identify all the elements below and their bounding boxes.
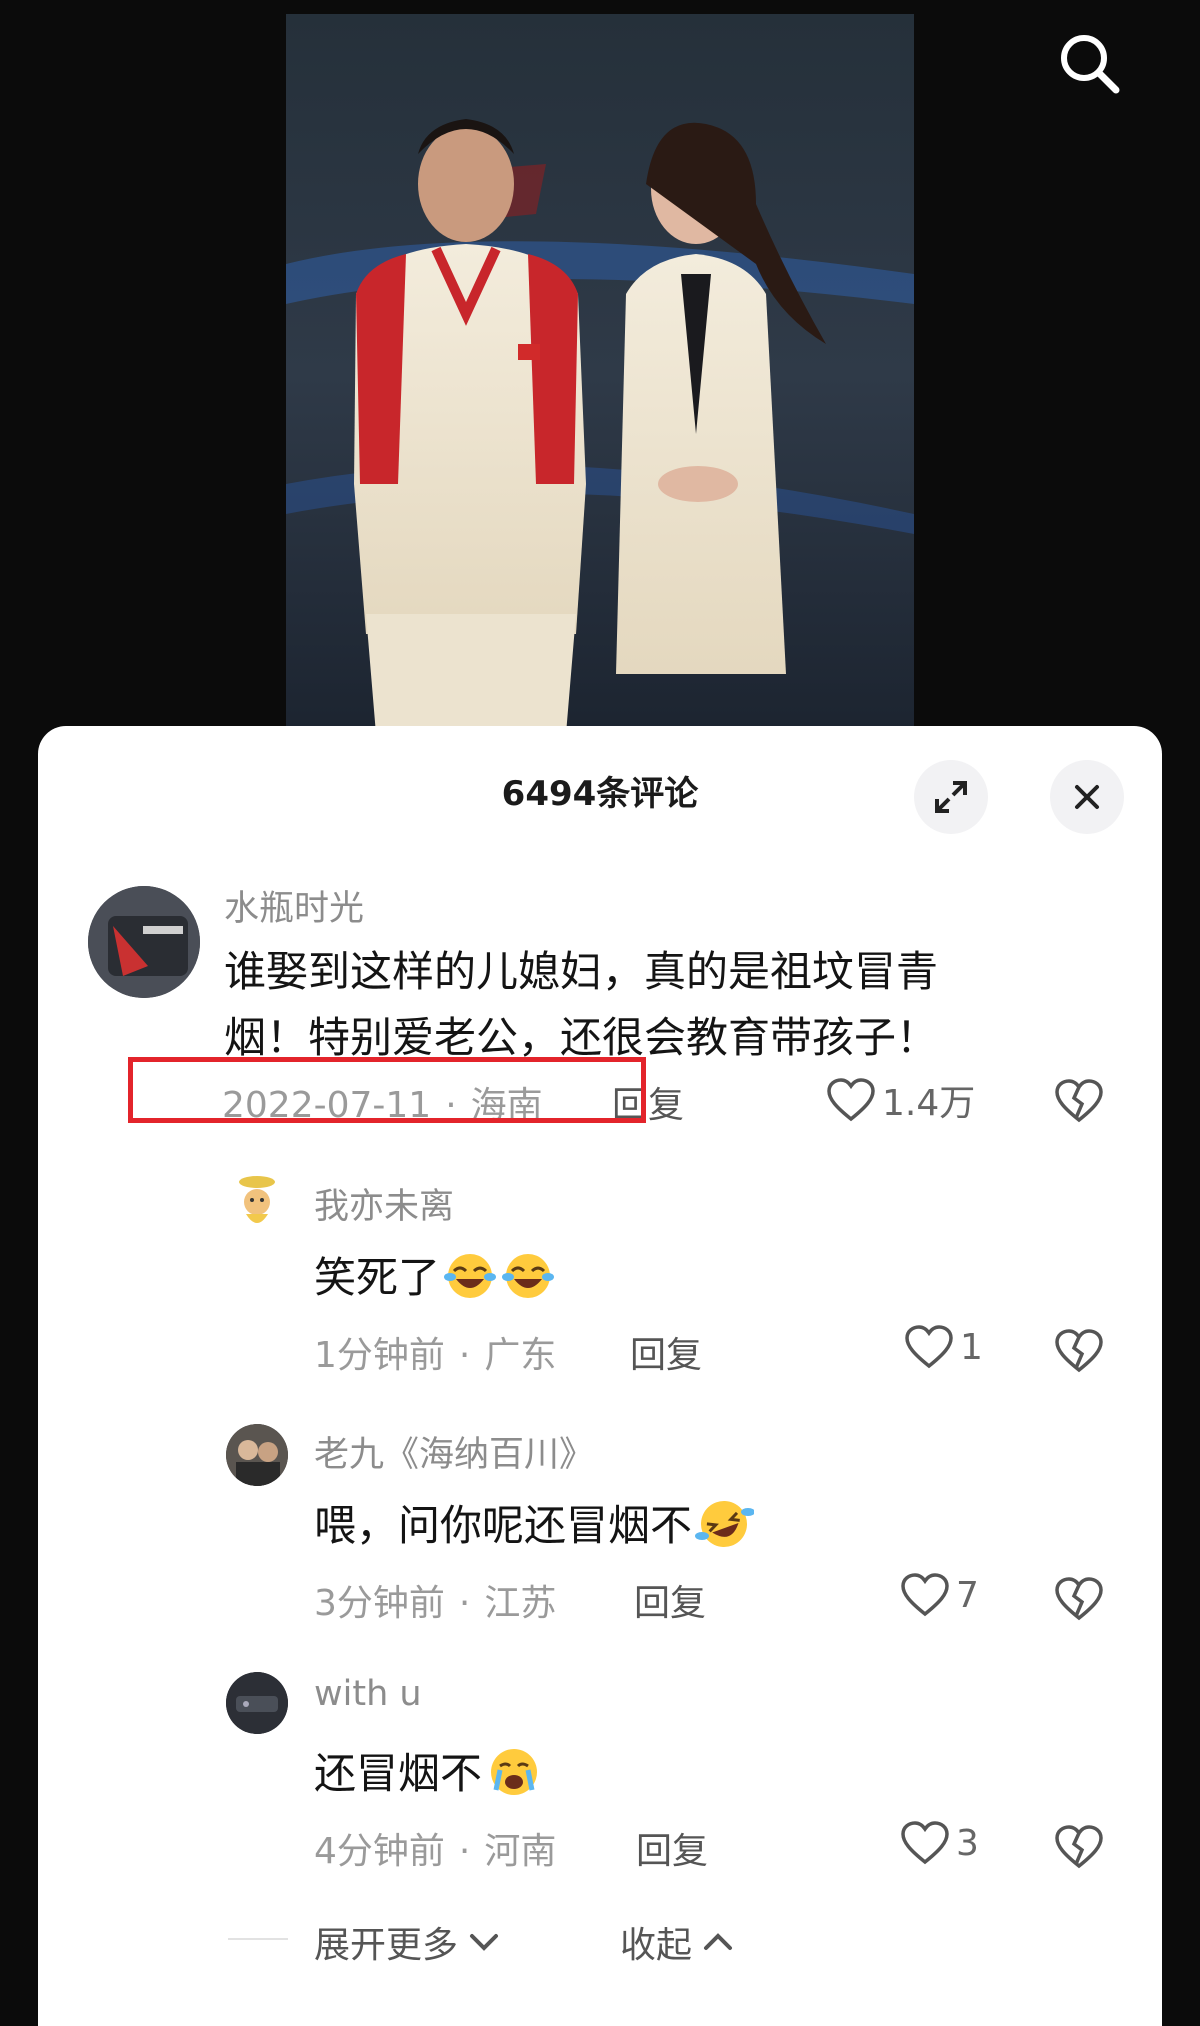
reply-meta: 3分钟前 · 江苏 (314, 1583, 557, 1624)
expand-more-label: 展开更多 (314, 1925, 459, 1966)
reply-text: 还冒烟不 (314, 1740, 544, 1810)
dislike-button[interactable] (1054, 1824, 1104, 1874)
chevron-up-icon (704, 1933, 733, 1950)
reply-meta: 1分钟前 · 广东 (314, 1335, 557, 1376)
close-icon (1075, 785, 1099, 809)
reply-text: 笑死了 (314, 1244, 556, 1311)
video-area[interactable] (0, 0, 1200, 740)
close-button[interactable] (1050, 760, 1124, 834)
reply-text: 喂，问你呢还冒烟不 (314, 1492, 756, 1562)
expand-button[interactable] (914, 760, 988, 834)
heart-icon (827, 1078, 875, 1122)
comment-count-title: 6494条评论 (501, 774, 699, 814)
avatar[interactable] (88, 886, 200, 998)
dislike-button[interactable] (1054, 1576, 1104, 1626)
reply-time: 4分钟前 (314, 1831, 445, 1872)
expand-icon (935, 781, 967, 813)
reply-button[interactable]: 回复 (634, 1574, 706, 1626)
like-button[interactable]: 1 (904, 1324, 983, 1370)
broken-heart-icon (1055, 1825, 1103, 1869)
crying-emoji (484, 1744, 544, 1810)
highlight-box (128, 1057, 646, 1123)
avatar[interactable] (226, 1172, 288, 1234)
broken-heart-icon (1055, 1079, 1103, 1123)
reply-button[interactable]: 回复 (630, 1326, 702, 1378)
broken-heart-icon (1055, 1577, 1103, 1621)
reply-username[interactable]: 我亦未离 (314, 1178, 454, 1229)
cartoon-avatar-image (239, 1176, 275, 1223)
reply-text-body: 喂，问你呢还冒烟不 (314, 1501, 693, 1550)
like-count: 3 (956, 1822, 979, 1864)
reply-text-body: 还冒烟不 (314, 1749, 483, 1798)
avatar[interactable] (226, 1672, 288, 1734)
reply-location: 广东 (484, 1335, 557, 1376)
comment-text-line-1: 谁娶到这样的儿媳妇，真的是祖坟冒青 (224, 947, 939, 996)
collapse-button[interactable]: 收起 (620, 1916, 736, 1968)
reply-username[interactable]: 老九《海纳百川》 (314, 1426, 594, 1477)
reply-time: 1分钟前 (314, 1335, 445, 1376)
like-count: 1.4万 (882, 1083, 976, 1124)
search-button[interactable] (1050, 26, 1130, 106)
divider-line (228, 1938, 288, 1940)
heart-icon (905, 1325, 953, 1369)
chevron-down-icon (470, 1934, 499, 1951)
reply-text-body: 笑死了 (314, 1253, 441, 1302)
rolling-laughing-emoji (694, 1496, 756, 1562)
dislike-button[interactable] (1054, 1078, 1104, 1128)
avatar[interactable] (226, 1424, 288, 1486)
like-count: 7 (956, 1574, 979, 1616)
like-button[interactable]: 7 (900, 1572, 979, 1618)
collapse-label: 收起 (620, 1925, 693, 1966)
like-button[interactable]: 3 (900, 1820, 979, 1866)
expand-more-button[interactable]: 展开更多 (314, 1916, 502, 1968)
like-count: 1 (960, 1326, 983, 1368)
avatar-image (226, 1424, 288, 1486)
comment-username[interactable]: 水瓶时光 (224, 880, 364, 931)
reply-button[interactable]: 回复 (636, 1822, 708, 1874)
reply-meta: 4分钟前 · 河南 (314, 1831, 557, 1872)
reply-location: 河南 (484, 1831, 557, 1872)
laughing-tears-emoji (500, 1251, 556, 1311)
like-button[interactable]: 1.4万 (826, 1074, 975, 1126)
video-still-image (286, 14, 914, 734)
heart-icon (901, 1573, 949, 1617)
dislike-button[interactable] (1054, 1328, 1104, 1378)
reply-time: 3分钟前 (314, 1583, 445, 1624)
comment-text-line-2: 烟！特别爱老公，还很会教育带孩子！ (224, 1013, 939, 1062)
reply-location: 江苏 (484, 1583, 557, 1624)
avatar-image (226, 1672, 288, 1734)
reply-username[interactable]: with u (314, 1674, 422, 1714)
heart-icon (901, 1821, 949, 1865)
search-icon (1061, 35, 1120, 94)
comment-sheet: 6494条评论 (38, 726, 1162, 2026)
laughing-tears-emoji (442, 1251, 498, 1311)
video-frame[interactable] (286, 14, 914, 734)
broken-heart-icon (1055, 1329, 1103, 1373)
avatar-image (88, 886, 200, 998)
